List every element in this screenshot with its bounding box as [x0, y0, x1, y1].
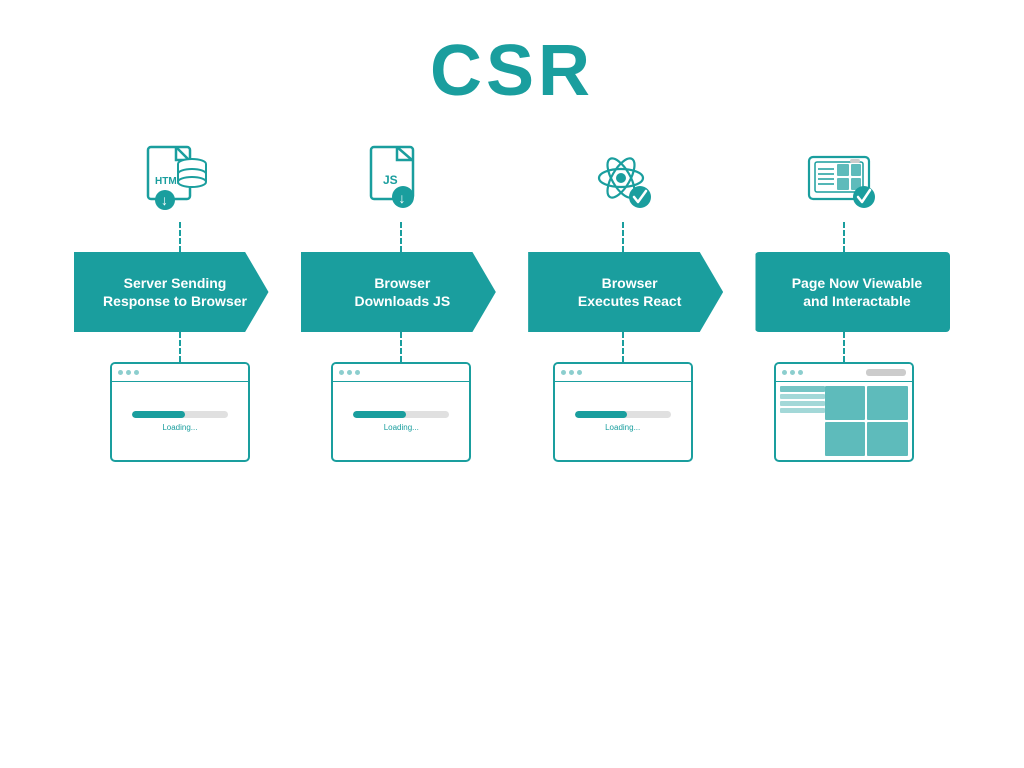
loading-bar-fill-2	[353, 411, 406, 418]
svg-text:↓: ↓	[161, 192, 168, 208]
browser-cell-4	[754, 362, 934, 462]
dash-bot-4	[754, 332, 934, 362]
loading-bar-fill-1	[132, 411, 185, 418]
dashes-bottom-row	[69, 332, 955, 362]
search-bar-icon	[866, 369, 906, 376]
left-panel	[780, 386, 825, 456]
dot-4	[339, 370, 344, 375]
dash-bot-2	[311, 332, 491, 362]
dash-top-4	[754, 222, 934, 252]
grid-cell-4	[867, 422, 908, 456]
browser-cell-2: Loading...	[311, 362, 491, 462]
dot-7	[561, 370, 566, 375]
loading-text-1: Loading...	[162, 423, 197, 432]
browser-cell-1: Loading...	[90, 362, 270, 462]
left-line-3	[780, 401, 825, 406]
grid-cell-1	[825, 386, 866, 420]
arrow-label-2: Browser Downloads JS	[354, 274, 450, 310]
svg-text:↓: ↓	[399, 190, 406, 206]
arrow-step-3: Browser Executes React	[528, 252, 723, 332]
browser-window-2: Loading...	[331, 362, 471, 462]
browser-window-3: Loading...	[553, 362, 693, 462]
dot-11	[790, 370, 795, 375]
browser-full-content	[776, 382, 912, 460]
page-title: CSR	[430, 30, 594, 112]
browser-titlebar-3	[555, 364, 691, 382]
dot-12	[798, 370, 803, 375]
right-panel	[825, 386, 908, 456]
page-container: CSR HTML	[0, 0, 1024, 768]
browser-loading-3: Loading...	[555, 382, 691, 460]
arrow-step-4: Page Now Viewable and Interactable	[755, 252, 950, 332]
browser-titlebar-4	[776, 364, 912, 382]
loading-bar-fill-3	[575, 411, 628, 418]
loading-bar-bg-1	[132, 411, 228, 418]
dash-bot-1	[90, 332, 270, 362]
left-line-2	[780, 394, 825, 399]
dot-5	[347, 370, 352, 375]
arrow-step-2: Browser Downloads JS	[301, 252, 496, 332]
loading-bar-bg-2	[353, 411, 449, 418]
dot-8	[569, 370, 574, 375]
js-download-icon: JS ↓	[361, 142, 441, 222]
icon-cell-3	[533, 142, 713, 222]
svg-text:JS: JS	[383, 173, 398, 187]
dot-6	[355, 370, 360, 375]
dot-3	[134, 370, 139, 375]
browser-window-4	[774, 362, 914, 462]
dash-top-2	[311, 222, 491, 252]
dot-10	[782, 370, 787, 375]
diagram: HTML ↓	[20, 142, 1004, 462]
arrow-label-1: Server Sending Response to Browser	[103, 274, 247, 310]
browser-window-1: Loading...	[110, 362, 250, 462]
dot-1	[118, 370, 123, 375]
arrow-label-4: Page Now Viewable and Interactable	[792, 274, 922, 310]
arrow-step-1: Server Sending Response to Browser	[74, 252, 269, 332]
browser-cell-3: Loading...	[533, 362, 713, 462]
monitor-check-icon	[804, 142, 884, 222]
left-line-1	[780, 386, 825, 392]
grid-cell-3	[825, 422, 866, 456]
dashes-top-row	[69, 222, 955, 252]
browser-titlebar-2	[333, 364, 469, 382]
left-line-4	[780, 408, 825, 413]
dash-top-3	[533, 222, 713, 252]
icon-cell-2: JS ↓	[311, 142, 491, 222]
react-check-icon	[583, 142, 663, 222]
grid-cell-2	[867, 386, 908, 420]
loading-text-2: Loading...	[384, 423, 419, 432]
loading-bar-bg-3	[575, 411, 671, 418]
arrow-label-3: Browser Executes React	[578, 274, 682, 310]
html-download-icon: HTML ↓	[140, 142, 220, 222]
browsers-row: Loading... Loading...	[69, 362, 955, 462]
loading-text-3: Loading...	[605, 423, 640, 432]
icon-cell-4	[754, 142, 934, 222]
dash-top-1	[90, 222, 270, 252]
dot-9	[577, 370, 582, 375]
icon-cell-1: HTML ↓	[90, 142, 270, 222]
dot-2	[126, 370, 131, 375]
browser-titlebar-1	[112, 364, 248, 382]
dash-bot-3	[533, 332, 713, 362]
browser-loading-1: Loading...	[112, 382, 248, 460]
browser-loading-2: Loading...	[333, 382, 469, 460]
icons-row: HTML ↓	[69, 142, 955, 222]
arrows-row: Server Sending Response to Browser Brows…	[59, 252, 964, 332]
